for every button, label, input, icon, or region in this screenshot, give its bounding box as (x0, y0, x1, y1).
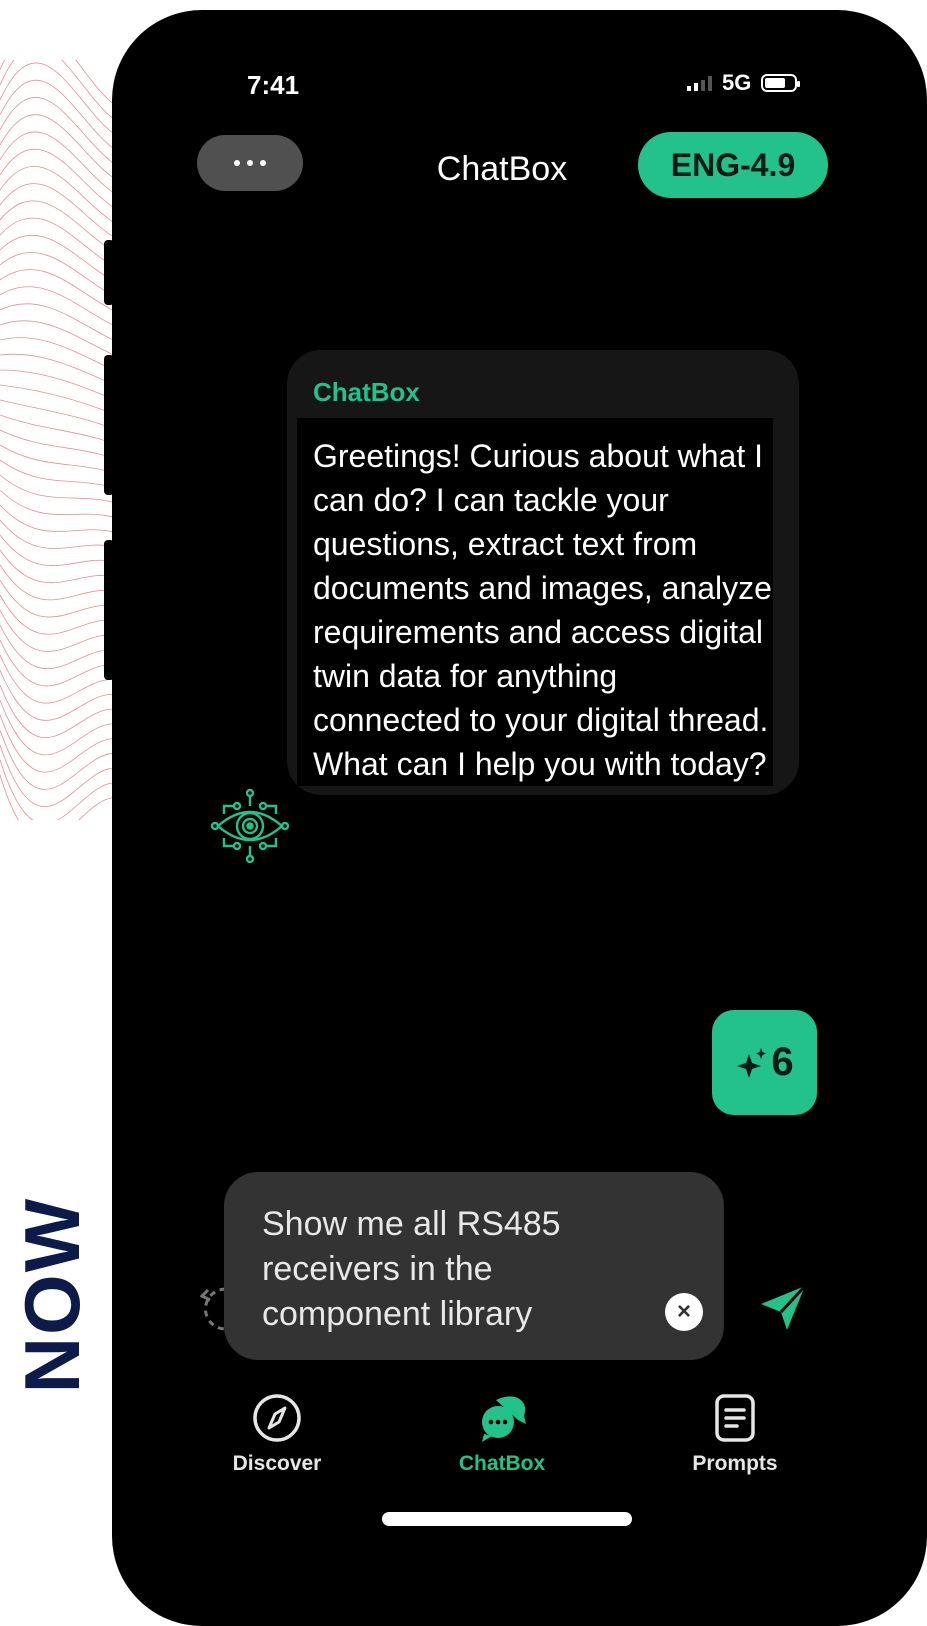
nav-label: Prompts (692, 1452, 778, 1475)
status-time: 7:41 (247, 70, 300, 100)
send-icon[interactable] (757, 1282, 809, 1334)
home-indicator (382, 1512, 632, 1526)
chat-input[interactable]: Show me all RS485 receivers in the compo… (224, 1172, 724, 1360)
chat-bubbles-icon (482, 1396, 526, 1442)
message-sender: ChatBox (313, 377, 420, 407)
menu-button[interactable] (197, 135, 303, 191)
signal-icon (687, 75, 712, 91)
model-selector-button[interactable]: ENG-4.9 (638, 132, 828, 198)
prompt-credits-badge[interactable]: 6 (712, 1010, 817, 1115)
message-text: Greetings! Curious about what I can do? … (297, 418, 773, 786)
ellipsis-icon (234, 160, 240, 166)
page-title: ChatBox (436, 150, 568, 188)
phone-screen: 7:41 5G ChatBox ENG-4.9 ChatBox Greeting… (112, 10, 927, 1626)
bottom-navigation: Discover ChatBox Prompts (112, 1390, 927, 1490)
document-icon (715, 1394, 755, 1442)
chat-input-text[interactable]: Show me all RS485 receivers in the compo… (262, 1202, 642, 1337)
battery-icon (761, 74, 801, 92)
nav-item-prompts[interactable]: Prompts (660, 1390, 810, 1476)
status-indicators: 5G (687, 70, 801, 96)
network-label: 5G (722, 70, 752, 95)
side-label: NOW (8, 1196, 96, 1394)
circuit-eye-icon (210, 788, 290, 864)
sparkle-icon (737, 1047, 767, 1078)
compass-icon (253, 1394, 301, 1442)
nav-label: Discover (232, 1452, 322, 1475)
nav-item-discover[interactable]: Discover (202, 1390, 352, 1476)
prompt-credits-count: 6 (771, 1040, 794, 1084)
nav-label: ChatBox (458, 1452, 546, 1475)
nav-item-chatbox[interactable]: ChatBox (427, 1390, 577, 1476)
close-icon[interactable]: × (665, 1293, 703, 1331)
